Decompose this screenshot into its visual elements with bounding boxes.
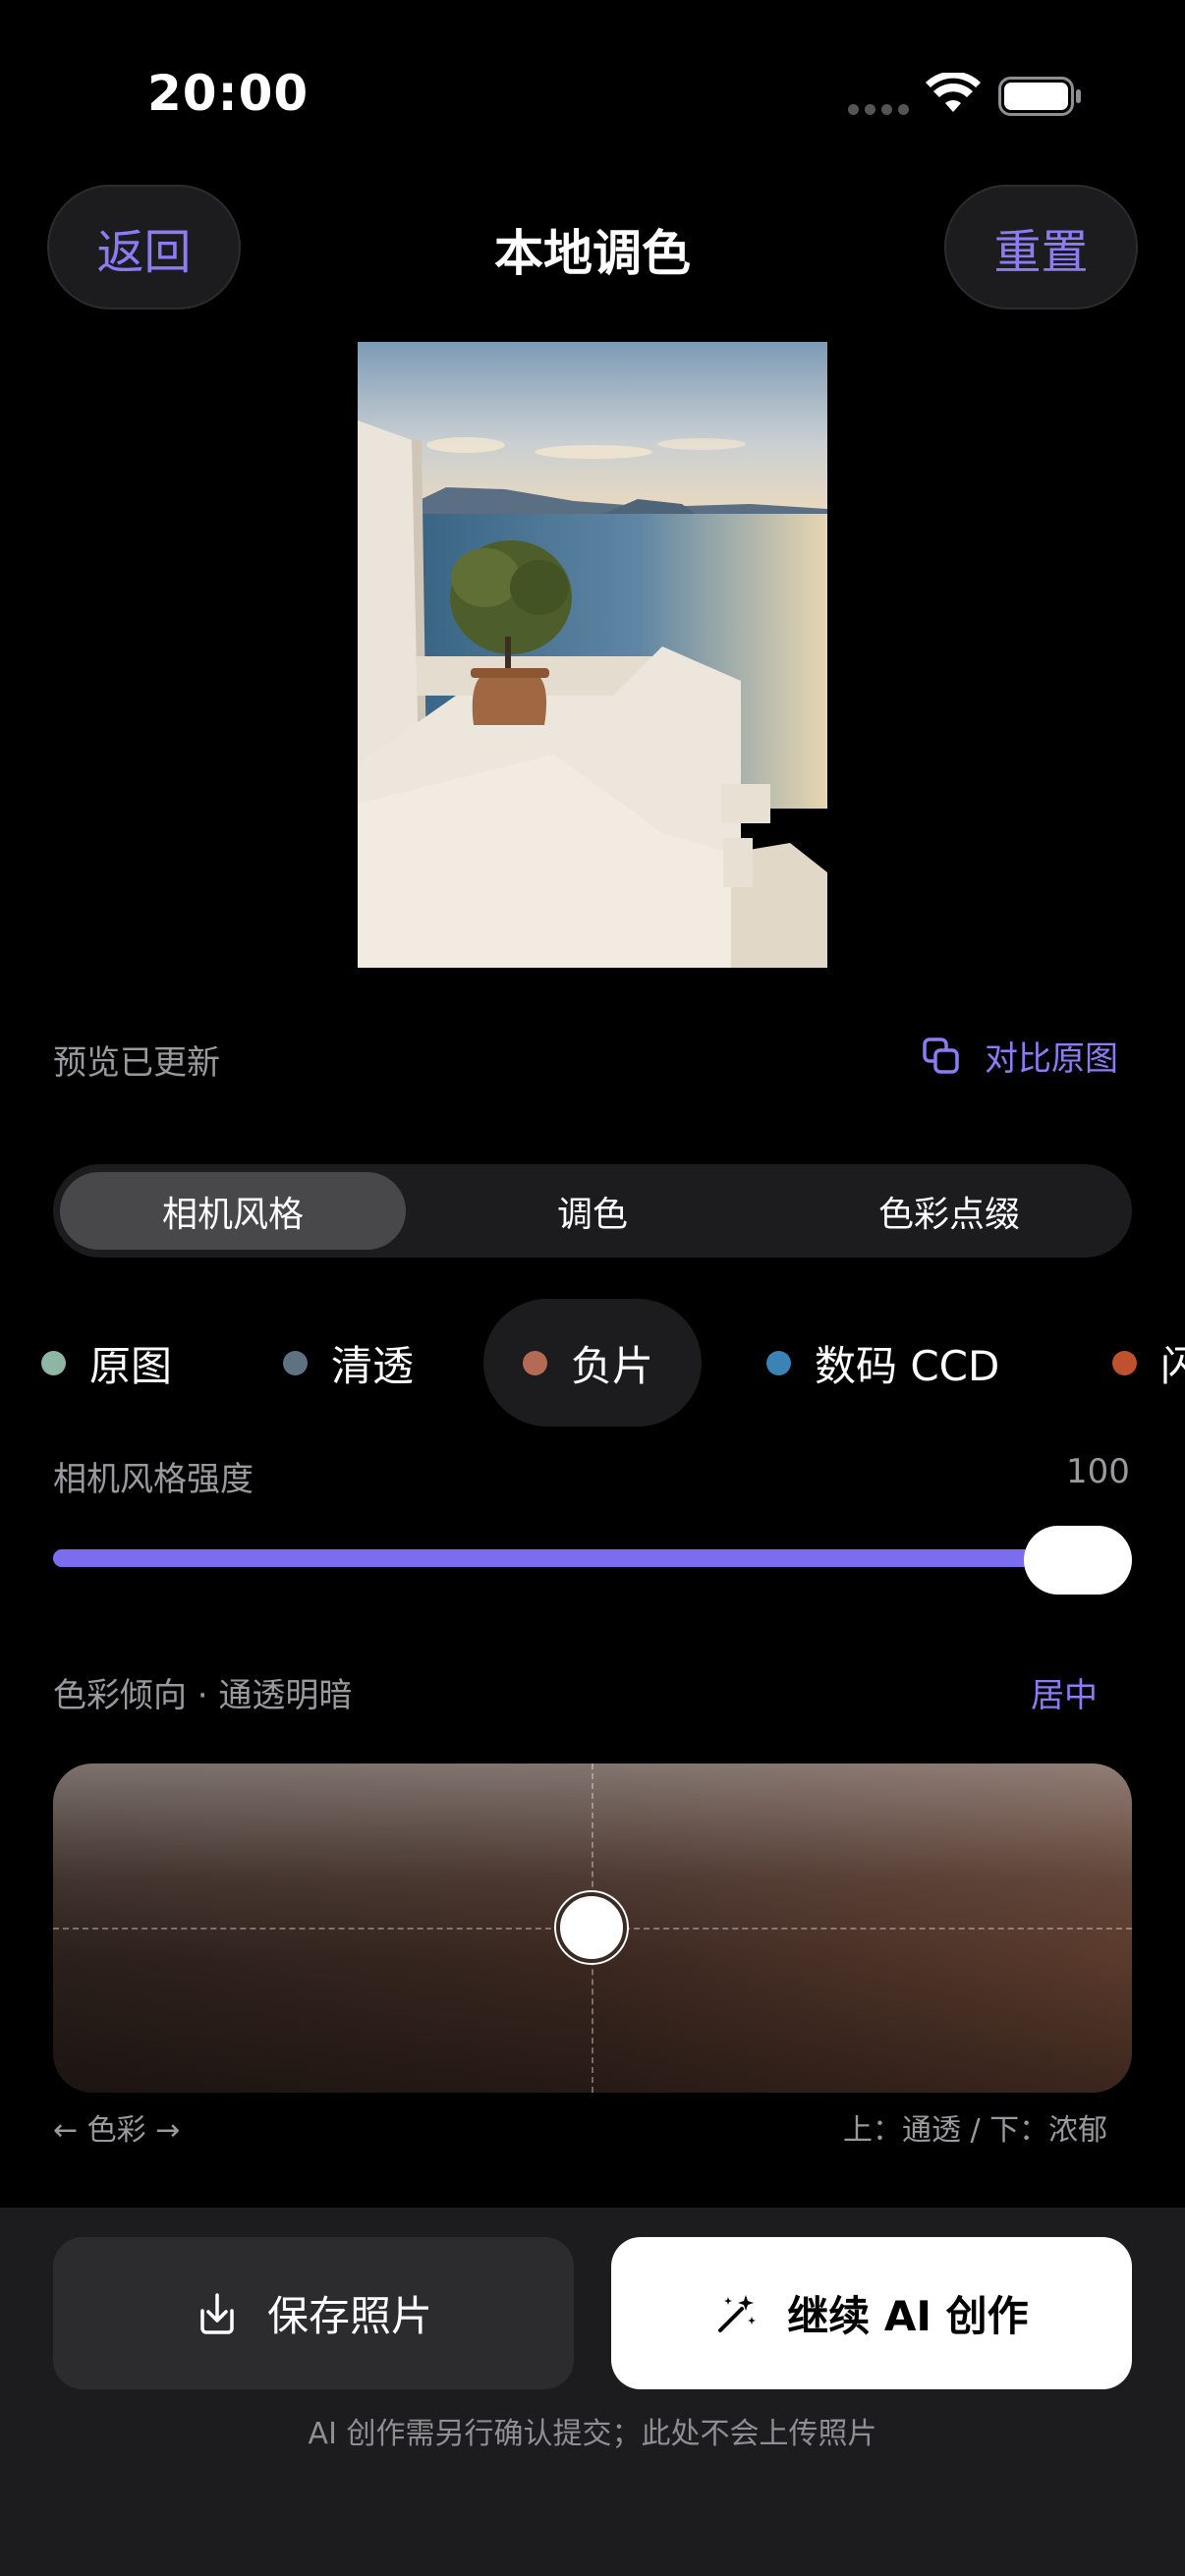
style-chip-flash[interactable]: 闪 <box>1112 1299 1185 1427</box>
strength-slider-track[interactable] <box>53 1549 1132 1567</box>
color-pad-label: 色彩倾向 · 通透明暗 <box>53 1676 353 1715</box>
pad-y-caption: 上：通透 / 下：浓郁 <box>843 2113 1108 2148</box>
style-chip-label: 清透 <box>331 1341 415 1390</box>
photo-preview <box>358 342 827 968</box>
style-dot-icon <box>523 1350 547 1375</box>
style-dot-icon <box>41 1350 66 1375</box>
style-dot-icon <box>766 1350 791 1375</box>
pad-x-caption: ← 色彩 → <box>53 2113 181 2148</box>
style-chip-label: 原图 <box>89 1341 173 1390</box>
style-chip-ccd[interactable]: 数码 CCD <box>766 1299 999 1427</box>
ai-footnote: AI 创作需另行确认提交；此处不会上传照片 <box>308 2417 877 2451</box>
pad-thumb[interactable] <box>556 1892 627 1963</box>
color-tendency-pad[interactable] <box>53 1764 1132 2093</box>
strength-slider-thumb[interactable] <box>1024 1526 1132 1595</box>
save-photo-button[interactable]: 保存照片 <box>53 2237 574 2389</box>
strength-value: 100 <box>1066 1452 1130 1491</box>
tab-color-accent[interactable]: 色彩点缀 <box>776 1172 1122 1250</box>
mode-tabs: 相机风格 调色 色彩点缀 <box>53 1164 1132 1258</box>
style-dot-icon <box>1112 1350 1137 1375</box>
wifi-icon <box>926 73 981 112</box>
style-dot-icon <box>283 1350 308 1375</box>
tab-color-grade[interactable]: 调色 <box>420 1172 765 1250</box>
save-photo-label: 保存照片 <box>266 2292 432 2340</box>
style-chip-label: 数码 CCD <box>815 1341 1000 1390</box>
continue-ai-label: 继续 AI 创作 <box>787 2292 1029 2340</box>
status-time: 20:00 <box>147 65 310 122</box>
preview-status: 预览已更新 <box>53 1043 220 1083</box>
compare-original-button[interactable]: 对比原图 <box>922 1032 1118 1080</box>
screen: 20:00 返回 本地调色 重置 预览已更新 对比原图 相机风格 调色 色彩点缀… <box>0 0 1185 2576</box>
style-chip-label: 负片 <box>571 1341 654 1390</box>
compare-label: 对比原图 <box>985 1039 1118 1079</box>
download-icon <box>200 2292 234 2334</box>
style-chip-original[interactable]: 原图 <box>41 1299 172 1427</box>
continue-ai-button[interactable]: 继续 AI 创作 <box>611 2237 1132 2389</box>
center-button[interactable]: 居中 <box>1031 1668 1098 1716</box>
battery-icon <box>998 77 1081 116</box>
style-chip-clear[interactable]: 清透 <box>283 1299 414 1427</box>
strength-label: 相机风格强度 <box>53 1460 254 1499</box>
compare-icon <box>923 1036 959 1074</box>
magic-wand-icon <box>718 2294 757 2332</box>
style-chip-negative[interactable]: 负片 <box>483 1299 702 1427</box>
style-chip-label: 闪 <box>1160 1341 1185 1390</box>
strength-slider-fill <box>53 1549 1078 1567</box>
cellular-signal-icon <box>848 104 909 115</box>
reset-button[interactable]: 重置 <box>944 185 1138 309</box>
tab-camera-style[interactable]: 相机风格 <box>60 1172 406 1250</box>
